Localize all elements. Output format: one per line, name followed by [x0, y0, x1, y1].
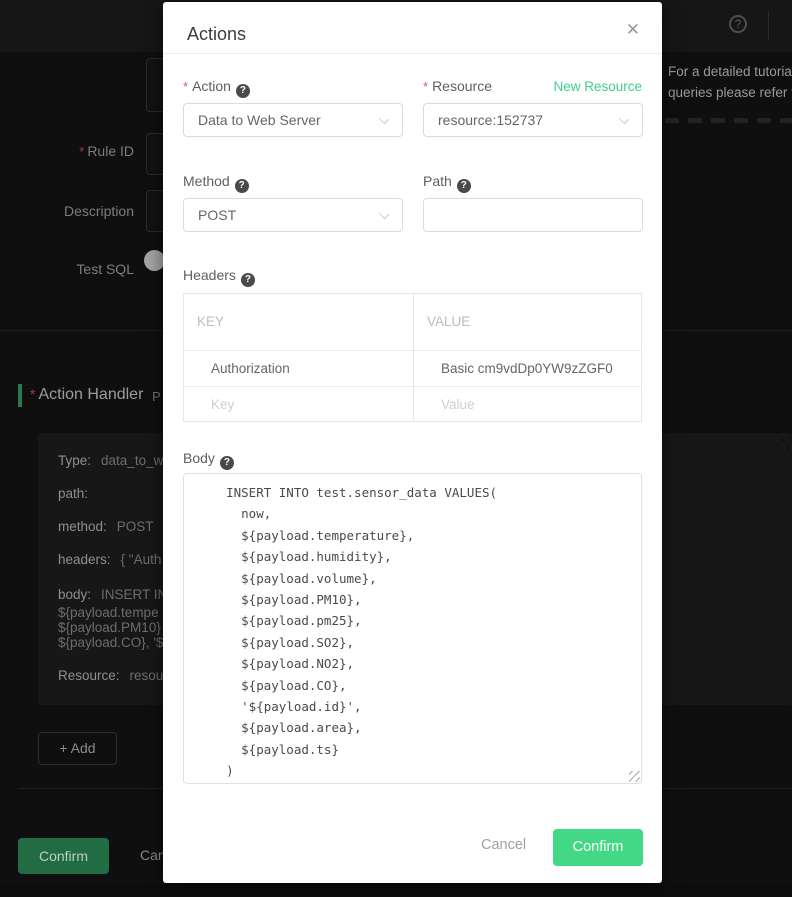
question-icon[interactable]: ?: [457, 179, 471, 193]
chevron-down-icon: [619, 114, 629, 124]
card-type-row: Type:data_to_w: [58, 453, 163, 468]
card-path-row: path:: [58, 486, 98, 501]
action-label: *Action?: [183, 78, 250, 98]
headers-table: KEY VALUE Authorization Basic cm9vdDp0YW…: [183, 293, 642, 422]
body-textarea-value: INSERT INTO test.sensor_data VALUES( now…: [184, 474, 641, 784]
question-icon[interactable]: ?: [220, 456, 234, 470]
chevron-down-icon: [379, 114, 389, 124]
header-value-cell[interactable]: Basic cm9vdDp0YW9zZGF0: [441, 361, 613, 376]
action-handler-title: *Action Handler: [30, 386, 143, 404]
value-column-header: VALUE: [427, 314, 470, 329]
method-label: Method?: [183, 173, 249, 193]
required-asterisk: *: [183, 79, 188, 94]
rule-id-label: *Rule ID: [14, 143, 134, 159]
row-divider: [184, 350, 641, 351]
test-sql-toggle[interactable]: [144, 250, 165, 271]
card-method-row: method:POST: [58, 519, 154, 534]
new-resource-link[interactable]: New Resource: [553, 79, 642, 94]
help-icon[interactable]: ?: [729, 15, 747, 33]
header-key-cell[interactable]: Authorization: [211, 361, 290, 376]
key-column-header: KEY: [197, 314, 224, 329]
tutorial-line2: queries please refer to: [668, 82, 792, 103]
modal-title: Actions: [187, 24, 246, 45]
action-select[interactable]: Data to Web Server: [183, 103, 403, 137]
header-divider: [768, 12, 769, 40]
method-select[interactable]: POST: [183, 198, 403, 232]
card-body-wrap1: ${payload.tempe: [58, 605, 159, 620]
path-input[interactable]: [423, 198, 643, 232]
chevron-down-icon: [379, 209, 389, 219]
question-icon[interactable]: ?: [235, 179, 249, 193]
headers-table-head: KEY VALUE: [184, 294, 641, 350]
question-icon[interactable]: ?: [236, 84, 250, 98]
resource-select-value: resource:152737: [438, 112, 543, 128]
card-body-wrap2: ${payload.PM10}: [58, 620, 161, 635]
cancel-button[interactable]: Cancel: [481, 837, 526, 853]
path-label: Path?: [423, 173, 471, 193]
action-handler-hint-partial: P: [152, 389, 161, 404]
required-asterisk: *: [423, 79, 428, 94]
headers-label: Headers?: [183, 267, 255, 287]
required-asterisk: *: [30, 386, 35, 402]
tutorial-note: For a detailed tutorial queries please r…: [668, 61, 792, 103]
confirm-button[interactable]: Confirm: [553, 829, 643, 866]
card-headers-row: headers:{ "Auth: [58, 552, 161, 567]
screen: ? For a detailed tutorial queries please…: [0, 0, 792, 897]
card-body-row: body:INSERT IN: [58, 587, 167, 602]
modal-header: Actions ✕: [163, 2, 662, 54]
action-handler-accent-bar: [18, 384, 22, 407]
test-sql-label: Test SQL: [14, 261, 134, 277]
add-action-button[interactable]: + Add: [38, 732, 117, 765]
resource-select[interactable]: resource:152737: [423, 103, 643, 137]
header-key-placeholder[interactable]: Key: [211, 397, 234, 412]
resize-handle-icon[interactable]: [629, 771, 640, 782]
method-select-value: POST: [198, 207, 236, 223]
card-resource-row: Resource:resou: [58, 668, 163, 683]
question-icon[interactable]: ?: [241, 273, 255, 287]
row-divider: [184, 386, 641, 387]
close-icon[interactable]: ✕: [626, 20, 640, 40]
body-textarea[interactable]: INSERT INTO test.sensor_data VALUES( now…: [183, 473, 642, 784]
required-asterisk: *: [79, 144, 84, 159]
action-select-value: Data to Web Server: [198, 112, 321, 128]
body-label: Body?: [183, 450, 234, 470]
card-body-wrap3: ${payload.CO}, '$: [58, 635, 163, 650]
tutorial-line1: For a detailed tutorial: [668, 61, 792, 82]
bottom-strip: [0, 883, 792, 897]
actions-modal: Actions ✕ *Action? *Resource New Resourc…: [163, 2, 662, 883]
header-value-placeholder[interactable]: Value: [441, 397, 475, 412]
resource-label: *Resource: [423, 78, 492, 94]
bg-confirm-button[interactable]: Confirm: [18, 838, 109, 874]
description-label: Description: [14, 203, 134, 219]
